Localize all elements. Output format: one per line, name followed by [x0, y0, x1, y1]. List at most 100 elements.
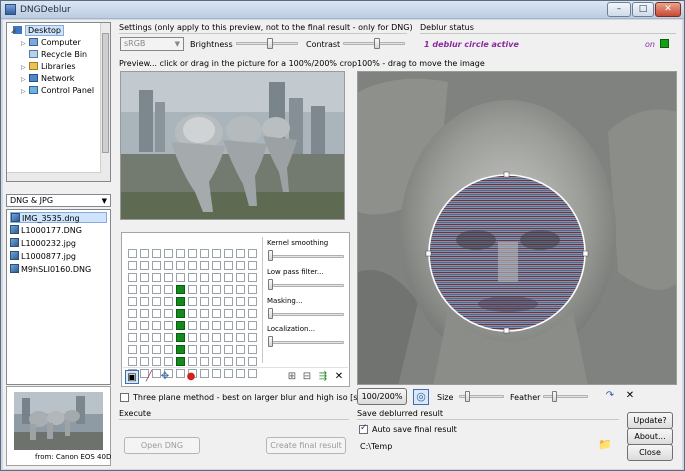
tree-item-libraries[interactable]: Libraries — [29, 61, 76, 72]
masking-slider-thumb[interactable] — [268, 308, 273, 319]
kernel-cell[interactable] — [236, 321, 245, 330]
kernel-cell[interactable] — [140, 249, 149, 258]
kernel-cell[interactable] — [200, 333, 209, 342]
kernel-cell[interactable] — [176, 273, 185, 282]
tree-item-network[interactable]: Network — [29, 73, 74, 84]
redo-icon[interactable]: ↷ — [603, 389, 617, 403]
kernel-cell[interactable] — [128, 321, 137, 330]
scrollbar-thumb[interactable] — [102, 33, 109, 153]
kernel-cell[interactable] — [224, 273, 233, 282]
list-item[interactable]: M9hSLI0160.DNG — [10, 264, 91, 275]
kernel-cell[interactable] — [140, 345, 149, 354]
kernel-cell[interactable] — [248, 297, 257, 306]
kernel-cell[interactable] — [152, 333, 161, 342]
kernel-cell[interactable] — [212, 261, 221, 270]
kernel-cell[interactable] — [140, 297, 149, 306]
localization-slider[interactable] — [268, 341, 344, 344]
kernel-cell[interactable] — [176, 249, 185, 258]
list-item[interactable]: L1000232.jpg — [10, 238, 76, 249]
low-pass-slider[interactable] — [268, 284, 344, 287]
masking-slider[interactable] — [268, 313, 344, 316]
kernel-cell[interactable] — [200, 345, 209, 354]
kernel-cell[interactable] — [248, 369, 257, 378]
kernel-cell[interactable] — [248, 249, 257, 258]
kernel-cell[interactable] — [176, 357, 185, 366]
kernel-cell[interactable] — [236, 309, 245, 318]
kernel-cell[interactable] — [248, 333, 257, 342]
zoom-image[interactable] — [357, 71, 677, 385]
file-list[interactable]: IMG_3535.dng L1000177.DNG L1000232.jpg L… — [6, 209, 111, 385]
kernel-smoothing-slider-thumb[interactable] — [268, 250, 273, 261]
select-tool-icon[interactable]: ▣ — [125, 370, 139, 384]
kernel-cell[interactable] — [188, 261, 197, 270]
zoom-out-icon[interactable]: ⊟ — [300, 370, 314, 384]
kernel-cell[interactable] — [164, 345, 173, 354]
kernel-cell[interactable] — [200, 261, 209, 270]
kernel-cell[interactable] — [248, 345, 257, 354]
kernel-cell[interactable] — [224, 345, 233, 354]
low-pass-slider-thumb[interactable] — [268, 279, 273, 290]
kernel-cell[interactable] — [188, 357, 197, 366]
kernel-cell[interactable] — [152, 309, 161, 318]
kernel-cell[interactable] — [176, 333, 185, 342]
folder-tree[interactable]: Desktop ◢ ▷ Computer Recycle Bin ▷ Libra… — [6, 22, 111, 182]
kernel-cell[interactable] — [152, 321, 161, 330]
kernel-cell[interactable] — [176, 261, 185, 270]
kernel-cell[interactable] — [128, 249, 137, 258]
kernel-cell[interactable] — [236, 357, 245, 366]
kernel-cell[interactable] — [140, 321, 149, 330]
kernel-cell[interactable] — [152, 261, 161, 270]
kernel-cell[interactable] — [188, 273, 197, 282]
auto-save-checkbox[interactable] — [359, 423, 368, 434]
kernel-cell[interactable] — [188, 321, 197, 330]
list-item[interactable]: IMG_3535.dng — [10, 212, 107, 223]
tree-vertical-scrollbar[interactable] — [100, 23, 110, 181]
kernel-cell[interactable] — [236, 249, 245, 258]
kernel-cell[interactable] — [200, 249, 209, 258]
expand-arrow-icon[interactable]: ▷ — [21, 88, 26, 95]
brightness-slider-thumb[interactable] — [267, 38, 274, 49]
kernel-cell[interactable] — [248, 321, 257, 330]
kernel-cell[interactable] — [212, 273, 221, 282]
expand-arrow-icon[interactable]: ▷ — [21, 76, 26, 83]
kernel-cell[interactable] — [248, 273, 257, 282]
kernel-cell[interactable] — [212, 285, 221, 294]
kernel-cell[interactable] — [164, 309, 173, 318]
minimize-button[interactable]: – — [607, 2, 631, 17]
expand-arrow-icon[interactable]: ▷ — [21, 40, 26, 47]
kernel-cell[interactable] — [212, 369, 221, 378]
kernel-cell[interactable] — [236, 285, 245, 294]
colorspace-select[interactable]: sRGB ▼ — [120, 37, 184, 51]
clear-icon[interactable]: ✕ — [332, 370, 346, 384]
close-button[interactable]: Close — [627, 444, 673, 461]
kernel-cell[interactable] — [236, 369, 245, 378]
kernel-cell[interactable] — [140, 285, 149, 294]
kernel-cell[interactable] — [176, 345, 185, 354]
kernel-cell[interactable] — [236, 273, 245, 282]
kernel-cell[interactable] — [224, 297, 233, 306]
kernel-cell[interactable] — [152, 297, 161, 306]
kernel-cell[interactable] — [128, 261, 137, 270]
kernel-cell[interactable] — [164, 297, 173, 306]
close-window-button[interactable]: ✕ — [655, 2, 681, 17]
kernel-cell[interactable] — [188, 333, 197, 342]
kernel-cell[interactable] — [200, 357, 209, 366]
kernel-cell[interactable] — [212, 345, 221, 354]
kernel-cell[interactable] — [224, 309, 233, 318]
kernel-cell[interactable] — [188, 285, 197, 294]
zoom-100-200-button[interactable]: 100/200% — [357, 388, 407, 405]
kernel-cell[interactable] — [248, 357, 257, 366]
kernel-cell[interactable] — [188, 345, 197, 354]
kernel-cell[interactable] — [236, 333, 245, 342]
remove-circle-icon[interactable]: ✕ — [623, 389, 637, 403]
localization-slider-thumb[interactable] — [268, 336, 273, 347]
kernel-cell[interactable] — [200, 273, 209, 282]
create-final-result-button[interactable]: Create final result — [266, 437, 346, 454]
kernel-cell[interactable] — [128, 297, 137, 306]
kernel-cell[interactable] — [152, 357, 161, 366]
kernel-cell[interactable] — [164, 333, 173, 342]
kernel-cell[interactable] — [128, 285, 137, 294]
kernel-cell[interactable] — [212, 249, 221, 258]
kernel-cell[interactable] — [200, 297, 209, 306]
file-type-filter[interactable]: DNG & JPG ▼ — [6, 194, 111, 207]
